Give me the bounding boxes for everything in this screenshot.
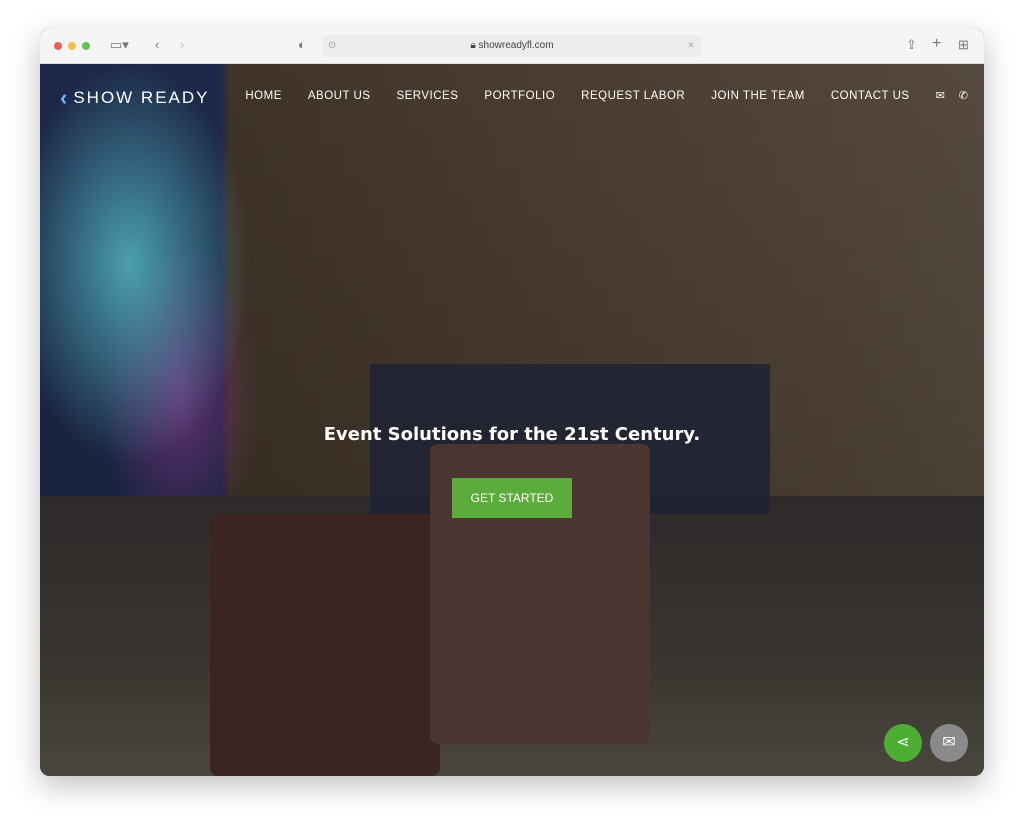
share-icon: ⋖ (896, 734, 910, 751)
envelope-icon[interactable]: ✉ (936, 89, 945, 102)
url-text: showreadyfl.com (478, 40, 554, 51)
hero-tagline: Event Solutions for the 21st Century. (323, 424, 701, 445)
lock-icon: 🔒︎ (470, 40, 476, 51)
nav-home[interactable]: HOME (245, 90, 282, 102)
back-icon[interactable]: ‹ (155, 37, 159, 52)
nav-services[interactable]: SERVICES (396, 90, 458, 102)
new-tab-icon[interactable]: + (932, 35, 941, 53)
phone-icon[interactable]: ✆ (959, 89, 968, 102)
address-bar[interactable]: ⊙ 🔒︎ showreadyfl.com × (322, 35, 702, 57)
email-button[interactable]: ✉ (930, 724, 968, 762)
main-nav: HOME ABOUT US SERVICES PORTFOLIO REQUEST… (245, 89, 968, 103)
share-icon[interactable]: ⇪ (906, 37, 917, 53)
sidebar-icon[interactable]: ▭▾ (110, 37, 129, 53)
minimize-window-button[interactable] (68, 42, 76, 50)
share-button[interactable]: ⋖ (884, 724, 922, 762)
nav-portfolio[interactable]: PORTFOLIO (484, 90, 555, 102)
browser-window: ▭▾ ‹ › ◐ ⊙ 🔒︎ showreadyfl.com × ⇪ + ⊞ ‹ S… (40, 28, 984, 776)
nav-about-us[interactable]: ABOUT US (308, 90, 371, 102)
nav-request-labor[interactable]: REQUEST LABOR (581, 90, 685, 102)
site-logo[interactable]: ‹ SHOW READY (60, 85, 210, 111)
logo-chevron-icon: ‹ (60, 85, 70, 110)
forward-icon[interactable]: › (180, 37, 184, 52)
maximize-window-button[interactable] (82, 42, 90, 50)
tab-overview-icon[interactable]: ⊞ (958, 37, 969, 53)
browser-toolbar: ▭▾ ‹ › ◐ ⊙ 🔒︎ showreadyfl.com × ⇪ + ⊞ (40, 28, 984, 64)
envelope-icon: ✉ (942, 734, 956, 751)
hero-background-chair (210, 514, 440, 776)
nav-contact-us[interactable]: CONTACT US (831, 90, 910, 102)
nav-join-the-team[interactable]: JOIN THE TEAM (711, 90, 805, 102)
privacy-shield-icon[interactable]: ◐ (298, 37, 306, 52)
brand-name: SHOW READY (73, 88, 210, 107)
clear-icon[interactable]: × (688, 35, 694, 57)
hero-section: ‹ SHOW READY HOME ABOUT US SERVICES PORTF… (40, 64, 984, 776)
site-settings-icon: ⊙ (328, 40, 337, 51)
get-started-button[interactable]: GET STARTED (452, 478, 572, 518)
close-window-button[interactable] (54, 42, 62, 50)
